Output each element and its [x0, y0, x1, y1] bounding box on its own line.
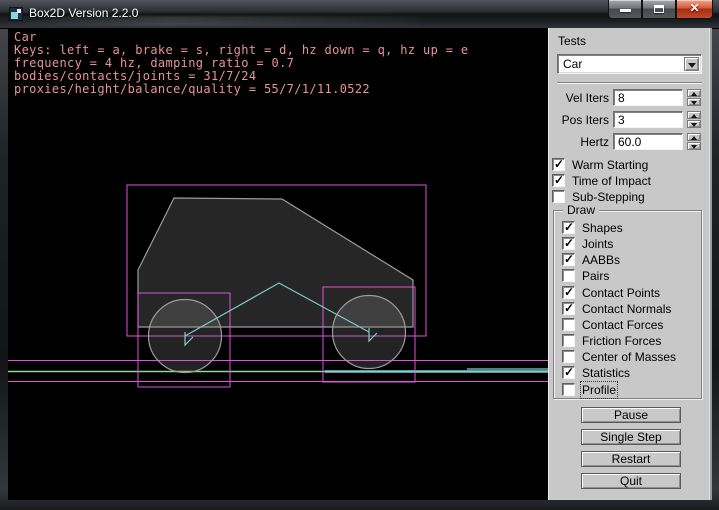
draw-group-label: Draw	[563, 203, 599, 217]
checkbox-box[interactable]: ✓	[562, 334, 575, 347]
check-icon: ✓	[564, 236, 574, 250]
arrow-down-icon	[691, 145, 697, 149]
checkbox-box[interactable]: ✓	[562, 318, 575, 331]
warm-starting-checkbox[interactable]: ✓ Warm Starting	[552, 158, 702, 172]
hertz-label: Hertz	[549, 135, 609, 149]
draw-contact-forces-checkbox[interactable]: ✓ Contact Forces	[562, 318, 697, 332]
arrow-up-icon	[691, 136, 697, 140]
check-icon: ✓	[554, 157, 564, 171]
draw-contact-normals-checkbox[interactable]: ✓ Contact Normals	[562, 302, 697, 316]
minimize-icon	[620, 9, 631, 12]
draw-pairs-checkbox[interactable]: ✓ Pairs	[562, 269, 697, 283]
draw-joints-checkbox[interactable]: ✓ Joints	[562, 237, 697, 251]
checkbox-box[interactable]: ✓	[562, 302, 575, 315]
restart-button[interactable]: Restart	[581, 451, 681, 467]
vel-iters-input[interactable]: 8	[613, 89, 683, 106]
check-icon: ✓	[564, 365, 574, 379]
hertz-up-button[interactable]	[687, 133, 701, 141]
scene-graphics	[8, 28, 548, 500]
test-select-value: Car	[563, 57, 582, 71]
app-window: Box2D Version 2.2.0 ✕	[0, 0, 719, 510]
checkbox-box[interactable]: ✓	[562, 350, 575, 363]
draw-center-of-masses-checkbox[interactable]: ✓ Center of Masses	[562, 350, 697, 364]
separator	[557, 82, 702, 84]
chevron-down-icon	[688, 63, 696, 68]
draw-profile-checkbox[interactable]: ✓ Profile	[562, 383, 697, 397]
hud-proxies-line: proxies/height/balance/quality = 55/7/1/…	[14, 83, 468, 96]
vel-iters-down-button[interactable]	[687, 98, 701, 106]
pause-button[interactable]: Pause	[581, 407, 681, 423]
check-icon: ✓	[564, 301, 574, 315]
pos-iters-spinner: Pos Iters 3	[549, 111, 713, 128]
check-icon: ✓	[564, 220, 574, 234]
checkbox-box[interactable]: ✓	[562, 253, 575, 266]
checkbox-box[interactable]: ✓	[562, 366, 575, 379]
maximize-icon	[654, 5, 664, 13]
draw-aabbs-checkbox[interactable]: ✓ AABBs	[562, 253, 697, 267]
maximize-button[interactable]	[642, 0, 676, 19]
draw-groupbox: Draw ✓ Shapes ✓ Joints ✓ AABBs ✓ Pairs ✓…	[553, 210, 702, 399]
draw-shapes-checkbox[interactable]: ✓ Shapes	[562, 221, 697, 235]
simulation-viewport[interactable]: Car Keys: left = a, brake = s, right = d…	[8, 28, 548, 500]
arrow-down-icon	[691, 101, 697, 105]
checkbox-box[interactable]: ✓	[562, 269, 575, 282]
vel-iters-up-button[interactable]	[687, 89, 701, 97]
control-panel: Tests Car Vel Iters 8 Pos Iters 3	[548, 28, 712, 500]
test-select-dropdown[interactable]: Car	[557, 54, 702, 74]
caption-button-group: ✕	[608, 0, 713, 19]
hertz-down-button[interactable]	[687, 142, 701, 150]
single-step-button[interactable]: Single Step	[581, 429, 681, 445]
hertz-input[interactable]: 60.0	[613, 133, 683, 150]
checkbox-box[interactable]: ✓	[552, 190, 565, 203]
tests-label: Tests	[558, 34, 586, 48]
arrow-up-icon	[691, 92, 697, 96]
check-icon: ✓	[554, 173, 564, 187]
quit-button[interactable]: Quit	[581, 473, 681, 489]
vel-iters-spinner: Vel Iters 8	[549, 89, 713, 106]
vel-iters-label: Vel Iters	[549, 91, 609, 105]
draw-statistics-checkbox[interactable]: ✓ Statistics	[562, 366, 697, 380]
hertz-spinner: Hertz 60.0	[549, 133, 713, 150]
close-button[interactable]: ✕	[676, 0, 713, 19]
draw-contact-points-checkbox[interactable]: ✓ Contact Points	[562, 286, 697, 300]
checkbox-box[interactable]: ✓	[552, 174, 565, 187]
window-title: Box2D Version 2.2.0	[29, 0, 138, 28]
sub-stepping-checkbox[interactable]: ✓ Sub-Stepping	[552, 190, 702, 204]
app-icon	[9, 7, 23, 21]
pos-iters-down-button[interactable]	[687, 120, 701, 128]
check-icon: ✓	[564, 252, 574, 266]
minimize-button[interactable]	[608, 0, 642, 19]
arrow-up-icon	[691, 114, 697, 118]
draw-friction-forces-checkbox[interactable]: ✓ Friction Forces	[562, 334, 697, 348]
checkbox-box[interactable]: ✓	[552, 158, 565, 171]
checkbox-box[interactable]: ✓	[562, 221, 575, 234]
check-icon: ✓	[564, 285, 574, 299]
pos-iters-input[interactable]: 3	[613, 111, 683, 128]
arrow-down-icon	[691, 123, 697, 127]
dropdown-button[interactable]	[684, 57, 699, 71]
close-icon: ✕	[677, 1, 712, 15]
pos-iters-label: Pos Iters	[549, 113, 609, 127]
checkbox-box[interactable]: ✓	[562, 237, 575, 250]
checkbox-box[interactable]: ✓	[562, 383, 575, 396]
checkbox-box[interactable]: ✓	[562, 286, 575, 299]
pos-iters-up-button[interactable]	[687, 111, 701, 119]
time-of-impact-checkbox[interactable]: ✓ Time of Impact	[552, 174, 702, 188]
debug-text-overlay: Car Keys: left = a, brake = s, right = d…	[14, 31, 468, 96]
